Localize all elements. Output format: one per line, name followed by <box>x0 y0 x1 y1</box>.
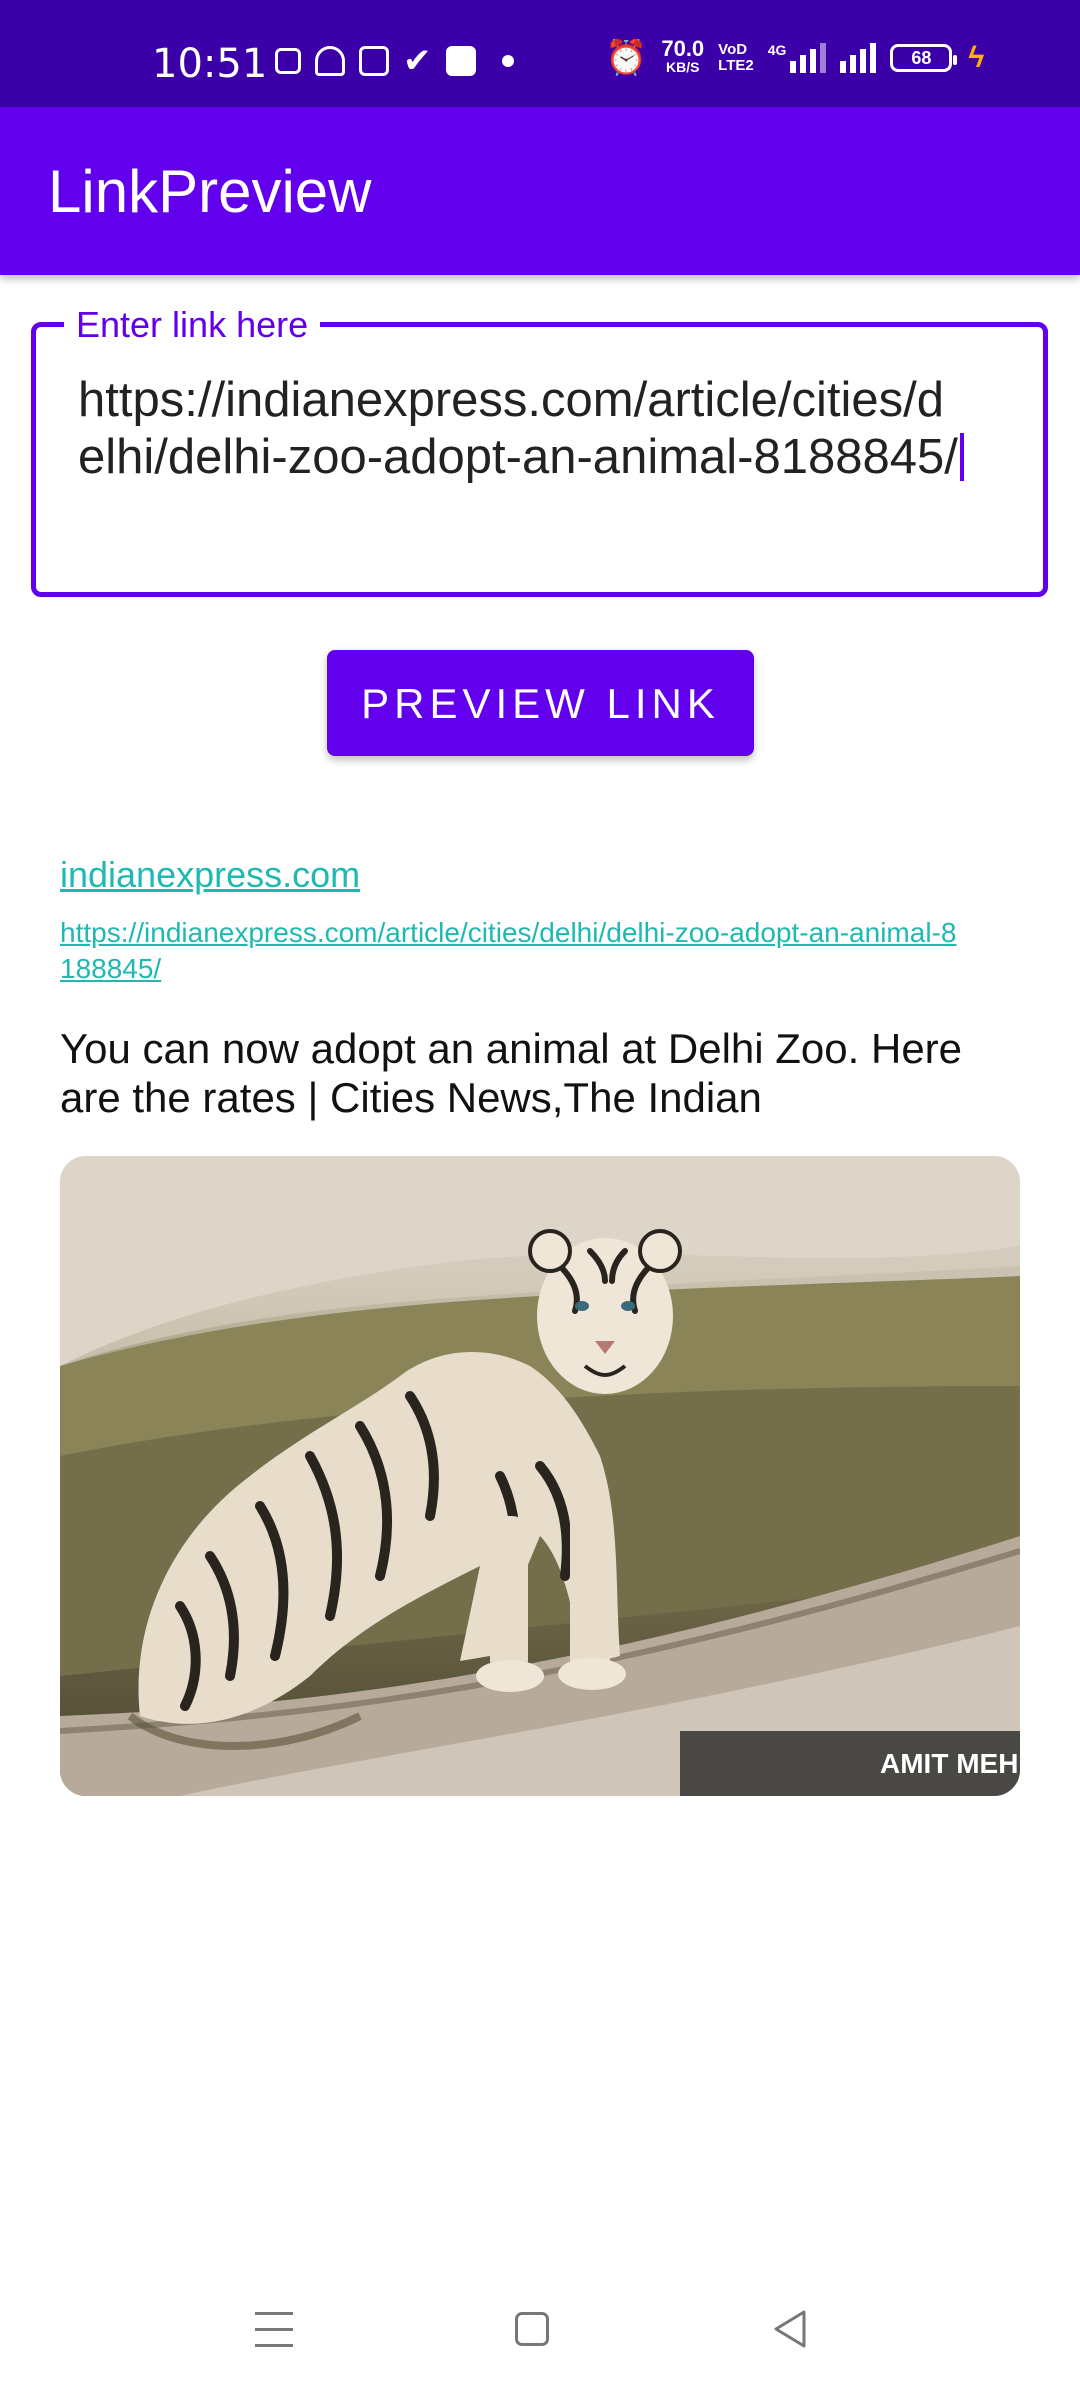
preview-domain-link[interactable]: indianexpress.com <box>60 850 360 900</box>
grid-app-icon <box>359 46 389 76</box>
text-cursor <box>959 433 964 481</box>
preview-link-button[interactable]: PREVIEW LINK <box>327 650 754 756</box>
more-dot-icon <box>501 55 514 67</box>
status-time: 10:51 <box>152 41 268 87</box>
charging-icon: ϟ <box>968 41 985 74</box>
notification-icons: ✔ <box>275 42 526 80</box>
doc-app-icon <box>445 46 476 76</box>
person-icon <box>315 46 345 76</box>
app-bar: LinkPreview <box>0 107 1080 275</box>
check-icon: ✔ <box>403 42 432 80</box>
menu-icon[interactable] <box>255 2312 293 2348</box>
alarm-icon: ⏰ <box>605 39 648 77</box>
status-bar: 10:51 ✔ ⏰ 70.0 KB/S VoD LTE2 4G 68 ϟ <box>0 0 1080 107</box>
system-nav-bar <box>0 2270 1080 2400</box>
preview-image[interactable]: AMIT MEH <box>60 1156 1020 1796</box>
link-input-value[interactable]: https://indianexpress.com/article/cities… <box>78 372 968 486</box>
signal-4g-icon: 4G <box>768 43 827 73</box>
volte-indicator: VoD LTE2 <box>718 41 754 74</box>
image-credit-text: AMIT MEH <box>880 1748 1019 1779</box>
home-icon[interactable] <box>515 2312 549 2346</box>
battery-icon: 68 <box>890 44 958 72</box>
preview-title: You can now adopt an animal at Delhi Zoo… <box>60 1025 963 1121</box>
signal-icon <box>840 43 877 73</box>
tiger-illustration <box>60 1156 1020 1796</box>
net-speed: 70.0 KB/S <box>661 36 705 76</box>
app-title: LinkPreview <box>48 158 372 225</box>
back-icon[interactable] <box>770 2308 810 2350</box>
m-app-icon <box>275 48 301 74</box>
system-status: ⏰ 70.0 KB/S VoD LTE2 4G 68 ϟ <box>605 36 985 77</box>
preview-url-link[interactable]: https://indianexpress.com/article/cities… <box>60 915 960 987</box>
link-input-label: Enter link here <box>64 302 321 348</box>
